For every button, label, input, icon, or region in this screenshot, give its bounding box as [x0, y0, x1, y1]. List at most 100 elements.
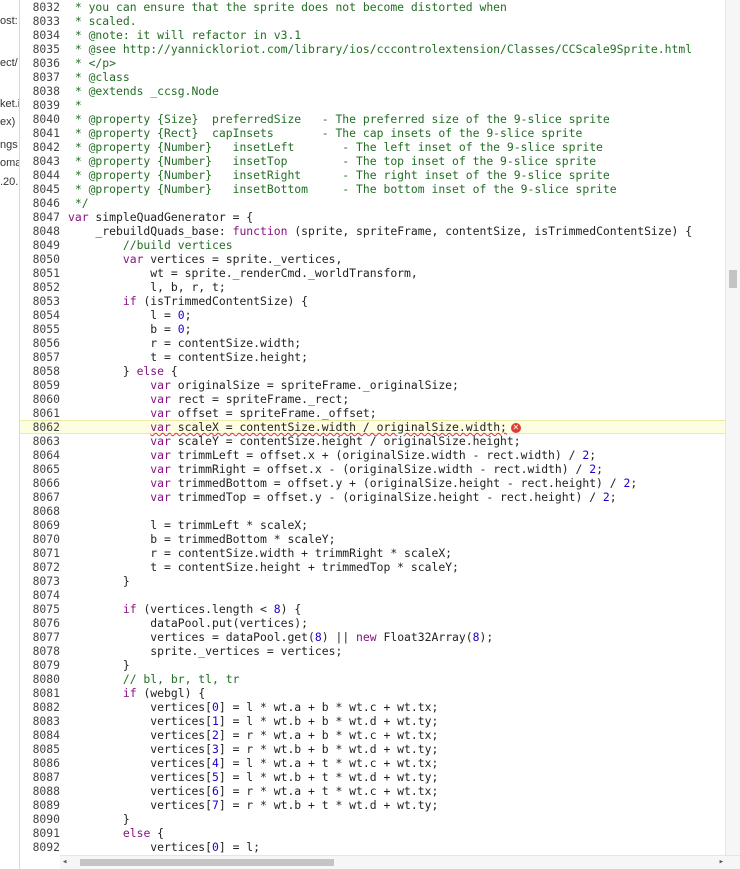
left-panel-item[interactable]: .20. [0, 175, 18, 189]
code-token: * @note: it will refactor in v3.1 [68, 28, 302, 42]
code-text: sprite._vertices = vertices; [68, 644, 342, 658]
line-number: 8062 [32, 420, 60, 434]
horizontal-scroll-thumb[interactable] [80, 859, 334, 866]
code-line[interactable]: 8039 * [20, 98, 726, 112]
code-line[interactable]: 8088 vertices[6] = r * wt.a + t * wt.c +… [20, 784, 726, 798]
code-line[interactable]: 8076 dataPool.put(vertices); [20, 616, 726, 630]
code-token: ] = r * wt.b + t * wt.d + wt.ty; [218, 798, 439, 812]
code-line[interactable]: 8089 vertices[7] = r * wt.b + t * wt.d +… [20, 798, 726, 812]
left-panel-item[interactable]: ngs [0, 138, 18, 152]
code-token: trimmLeft = offset.x + (originalSize.wid… [170, 448, 583, 462]
code-line[interactable]: 8057 t = contentSize.height; [20, 350, 726, 364]
code-line[interactable]: 8051 wt = sprite._renderCmd._worldTransf… [20, 266, 726, 280]
vertical-scroll-thumb[interactable] [729, 270, 737, 288]
line-number: 8069 [32, 518, 60, 532]
code-line[interactable]: 8087 vertices[5] = l * wt.b + t * wt.d +… [20, 770, 726, 784]
code-line[interactable]: 8033 * scaled. [20, 14, 726, 28]
code-line[interactable]: 8049 //build vertices [20, 238, 726, 252]
code-token: 4 [212, 756, 219, 770]
left-panel-item[interactable]: ect/ [0, 56, 18, 70]
code-line[interactable]: 8082 vertices[0] = l * wt.a + b * wt.c +… [20, 700, 726, 714]
code-line[interactable]: 8035 * @see http://yannickloriot.com/lib… [20, 42, 726, 56]
code-line[interactable]: 8091 else { [20, 826, 726, 840]
error-icon[interactable]: ✕ [510, 422, 521, 433]
code-line[interactable]: 8052 l, b, r, t; [20, 280, 726, 294]
code-line[interactable]: 8070 b = trimmedBottom * scaleY; [20, 532, 726, 546]
code-line[interactable]: 8069 l = trimmLeft * scaleX; [20, 518, 726, 532]
code-line[interactable]: 8092 vertices[0] = l; [20, 840, 726, 854]
horizontal-scrollbar[interactable]: ◂ ▸ [60, 855, 740, 869]
code-line[interactable]: 8067 var trimmedTop = offset.y - (origin… [20, 490, 726, 504]
code-token: ; [596, 462, 603, 476]
code-line[interactable]: 8041 * @property {Rect} capInsets - The … [20, 126, 726, 140]
code-line[interactable]: 8042 * @property {Number} insetLeft - Th… [20, 140, 726, 154]
code-line[interactable]: 8038 * @extends _ccsg.Node [20, 84, 726, 98]
code-line[interactable]: 8055 b = 0; [20, 322, 726, 336]
scroll-left-icon[interactable]: ◂ [62, 856, 67, 869]
scroll-right-icon[interactable]: ▸ [719, 856, 724, 869]
code-line[interactable]: 8077 vertices = dataPool.get(8) || new F… [20, 630, 726, 644]
code-line[interactable]: 8048 _rebuildQuads_base: function (sprit… [20, 224, 726, 238]
code-text: var vertices = sprite._vertices, [68, 252, 342, 266]
left-panel-item[interactable]: oma [0, 156, 19, 170]
left-panel-item[interactable]: ost: [0, 14, 18, 28]
code-line[interactable]: 8072 t = contentSize.height + trimmedTop… [20, 560, 726, 574]
code-line[interactable]: 8079 } [20, 658, 726, 672]
code-line[interactable]: 8066 var trimmedBottom = offset.y + (ori… [20, 476, 726, 490]
code-token: 8 [273, 602, 281, 616]
code-line[interactable]: 8085 vertices[3] = r * wt.b + b * wt.d +… [20, 742, 726, 756]
code-line[interactable]: 8053 if (isTrimmedContentSize) { [20, 294, 726, 308]
code-line[interactable]: 8037 * @class [20, 70, 726, 84]
code-line[interactable]: 8046 */ [20, 196, 726, 210]
left-panel-item[interactable]: ket.i [0, 97, 19, 111]
code-text: * @property {Number} insetTop - The top … [68, 154, 596, 168]
code-line[interactable]: 8083 vertices[1] = l * wt.b + b * wt.d +… [20, 714, 726, 728]
line-number: 8082 [32, 700, 60, 714]
code-line[interactable]: 8036 * </p> [20, 56, 726, 70]
code-line[interactable]: 8063 var scaleY = contentSize.height / o… [20, 434, 726, 448]
code-line[interactable]: 8074 [20, 588, 726, 602]
code-line[interactable]: 8054 l = 0; [20, 308, 726, 322]
vertical-scrollbar[interactable] [725, 0, 740, 856]
code-line[interactable]: 8084 vertices[2] = r * wt.a + b * wt.c +… [20, 728, 726, 742]
code-line[interactable]: 8064 var trimmLeft = offset.x + (origina… [20, 448, 726, 462]
code-token: b = [68, 322, 178, 336]
code-line[interactable]: 8050 var vertices = sprite._vertices, [20, 252, 726, 266]
code-line[interactable]: 8075 if (vertices.length < 8) { [20, 602, 726, 616]
code-line[interactable]: 8059 var originalSize = spriteFrame._ori… [20, 378, 726, 392]
code-line[interactable]: 8065 var trimmRight = offset.x - (origin… [20, 462, 726, 476]
code-token: ] = r * wt.a + t * wt.c + wt.tx; [218, 784, 439, 798]
line-number: 8083 [32, 714, 60, 728]
code-text: vertices[4] = l * wt.a + t * wt.c + wt.t… [68, 756, 438, 770]
code-line[interactable]: 8047 var simpleQuadGenerator = { [20, 210, 726, 224]
code-line[interactable]: 8078 sprite._vertices = vertices; [20, 644, 726, 658]
code-line[interactable]: 8086 vertices[4] = l * wt.a + t * wt.c +… [20, 756, 726, 770]
code-token: 0 [177, 308, 185, 322]
code-line[interactable]: 8032 * you can ensure that the sprite do… [20, 0, 726, 14]
code-line[interactable]: 8043 * @property {Number} insetTop - The… [20, 154, 726, 168]
code-line[interactable]: 8071 r = contentSize.width + trimmRight … [20, 546, 726, 560]
code-line[interactable]: 8081 if (webgl) { [20, 686, 726, 700]
code-line[interactable]: 8056 r = contentSize.width; [20, 336, 726, 350]
left-panel-item[interactable]: ex) [0, 115, 15, 129]
code-token: } [68, 574, 130, 588]
code-line[interactable]: 8080 // bl, br, tl, tr [20, 672, 726, 686]
code-line[interactable]: 8034 * @note: it will refactor in v3.1 [20, 28, 726, 42]
code-line[interactable]: 8090 } [20, 812, 726, 826]
code-line[interactable]: 8058 } else { [20, 364, 726, 378]
code-line[interactable]: 8073 } [20, 574, 726, 588]
code-line[interactable]: 8040 * @property {Size} preferredSize - … [20, 112, 726, 126]
code-line[interactable]: 8061 var offset = spriteFrame._offset; [20, 406, 726, 420]
code-token: ) || [321, 630, 357, 644]
code-token: 8 [314, 630, 322, 644]
code-editor[interactable]: 8032 * you can ensure that the sprite do… [20, 0, 726, 856]
code-line[interactable]: 8044 * @property {Number} insetRight - T… [20, 168, 726, 182]
code-line[interactable]: 8060 var rect = spriteFrame._rect; [20, 392, 726, 406]
code-line[interactable]: 8045 * @property {Number} insetBottom - … [20, 182, 726, 196]
code-line[interactable]: 8068 [20, 504, 726, 518]
code-text: } else { [68, 364, 178, 378]
code-line[interactable]: 8062 var scaleX = contentSize.width / or… [20, 420, 726, 434]
